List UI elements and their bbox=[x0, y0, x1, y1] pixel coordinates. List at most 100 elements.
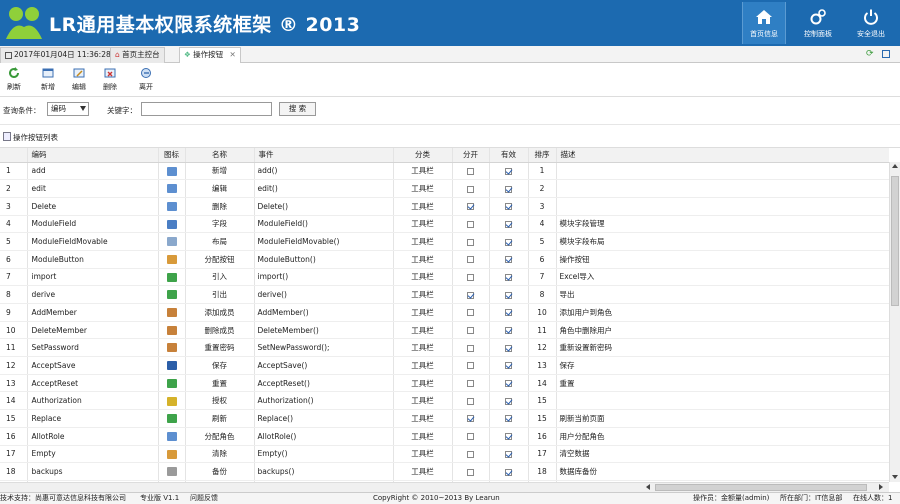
valid-checkbox[interactable] bbox=[505, 185, 512, 193]
column-header-description[interactable]: 描述 bbox=[556, 148, 889, 163]
table-row[interactable]: 8 derive 引出 derive() 工具栏 8 导出 bbox=[0, 285, 889, 304]
split-checkbox[interactable] bbox=[467, 327, 474, 335]
cell-valid bbox=[489, 215, 529, 234]
cell-icon bbox=[158, 356, 186, 375]
split-checkbox[interactable] bbox=[467, 415, 474, 423]
table-row[interactable]: 11 SetPassword 重置密码 SetNewPassword(); 工具栏 12 重… bbox=[0, 338, 889, 358]
valid-checkbox[interactable] bbox=[505, 397, 512, 405]
table-row[interactable]: 5 ModuleFieldMovable 布局 ModuleFieldMovable(… bbox=[0, 232, 889, 251]
table-row[interactable]: 2 edit 编辑 edit() 工具栏 2 bbox=[0, 179, 889, 198]
tab-operation-buttons[interactable]: ❖ 操作按钮 ✕ bbox=[179, 47, 241, 64]
table-row[interactable]: 15 Replace 刷新 Replace() 工具栏 15 刷新当前页面 bbox=[0, 409, 889, 428]
table-row[interactable]: 18 backups 备份 backups() 工具栏 18 数据库备份 bbox=[0, 462, 889, 481]
cell-name: 新增 bbox=[185, 162, 255, 181]
valid-checkbox[interactable] bbox=[505, 468, 512, 476]
split-checkbox[interactable] bbox=[467, 450, 474, 458]
split-checkbox[interactable] bbox=[467, 256, 474, 264]
keyword-input[interactable] bbox=[141, 102, 272, 116]
horizontal-scrollbar[interactable] bbox=[0, 482, 889, 492]
valid-checkbox[interactable] bbox=[505, 450, 512, 458]
table-row[interactable]: 14 Authorization 授权 Authorization() 工具栏 15 bbox=[0, 391, 889, 411]
table-row[interactable]: 1 add 新增 add() 工具栏 1 bbox=[0, 162, 889, 181]
refresh-button[interactable]: 刷新 bbox=[0, 67, 28, 92]
table-row[interactable]: 12 AcceptSave 保存 AcceptSave() 工具栏 13 保存 bbox=[0, 356, 889, 375]
valid-checkbox[interactable] bbox=[505, 291, 512, 299]
valid-checkbox[interactable] bbox=[505, 433, 512, 441]
cell-split bbox=[452, 462, 490, 481]
control-panel-button[interactable]: 控制面板 bbox=[796, 2, 840, 44]
table-row[interactable]: 6 ModuleButton 分配按钮 ModuleButton() 工具栏 6 操作按钮 bbox=[0, 250, 889, 269]
split-checkbox[interactable] bbox=[467, 167, 474, 175]
valid-checkbox[interactable] bbox=[505, 327, 512, 335]
valid-checkbox[interactable] bbox=[505, 415, 512, 423]
scroll-left-icon[interactable] bbox=[646, 484, 650, 490]
add-button[interactable]: 新增 bbox=[34, 67, 62, 92]
table-row[interactable]: 3 Delete 删除 Delete() 工具栏 3 bbox=[0, 197, 889, 216]
valid-checkbox[interactable] bbox=[505, 362, 512, 370]
column-header-split[interactable]: 分开 bbox=[452, 148, 490, 163]
column-header-event[interactable]: 事件 bbox=[254, 148, 394, 163]
column-header-valid[interactable]: 有效 bbox=[489, 148, 529, 163]
column-header-name[interactable]: 名称 bbox=[185, 148, 255, 163]
valid-checkbox[interactable] bbox=[505, 273, 512, 281]
table-row[interactable]: 10 DeleteMember 删除成员 DeleteMember() 工具栏 11 角色中… bbox=[0, 321, 889, 340]
feedback-link[interactable]: 问题反馈 bbox=[190, 493, 218, 504]
table-row[interactable]: 9 AddMember 添加成员 AddMember() 工具栏 10 添加用户到角色 bbox=[0, 303, 889, 322]
column-header-category[interactable]: 分类 bbox=[393, 148, 453, 163]
edit-button[interactable]: 编辑 bbox=[65, 67, 93, 92]
condition-select[interactable]: 编码 bbox=[47, 102, 89, 116]
valid-checkbox[interactable] bbox=[505, 238, 512, 246]
valid-checkbox[interactable] bbox=[505, 220, 512, 228]
valid-checkbox[interactable] bbox=[505, 380, 512, 388]
exit-button[interactable]: 离开 bbox=[132, 67, 160, 92]
scroll-right-icon[interactable] bbox=[879, 484, 883, 490]
valid-checkbox[interactable] bbox=[505, 344, 512, 352]
valid-checkbox[interactable] bbox=[505, 256, 512, 264]
cell-sort: 11 bbox=[528, 321, 557, 340]
vertical-scroll-thumb[interactable] bbox=[891, 176, 899, 306]
cell-event: Replace() bbox=[254, 409, 394, 428]
split-checkbox[interactable] bbox=[467, 380, 474, 388]
cell-sort: 15 bbox=[528, 391, 557, 411]
column-header-row-number[interactable] bbox=[0, 148, 28, 163]
split-checkbox[interactable] bbox=[467, 468, 474, 476]
table-row[interactable]: 13 AcceptReset 重置 AcceptReset() 工具栏 14 重置 bbox=[0, 374, 889, 393]
valid-checkbox[interactable] bbox=[505, 167, 512, 175]
company-text: 技术支持：尚惠可意达信息科技有限公司 bbox=[0, 494, 126, 502]
split-checkbox[interactable] bbox=[467, 238, 474, 246]
scroll-down-icon[interactable] bbox=[892, 475, 898, 479]
valid-checkbox[interactable] bbox=[505, 309, 512, 317]
table-row[interactable]: 16 AllotRole 分配角色 AllotRole() 工具栏 16 用户分配角色 bbox=[0, 427, 889, 446]
search-button[interactable]: 搜 索 bbox=[279, 102, 316, 116]
delete-button[interactable]: 删除 bbox=[96, 67, 124, 92]
table-row[interactable]: 17 Empty 清除 Empty() 工具栏 17 清空数据 bbox=[0, 445, 889, 464]
split-checkbox[interactable] bbox=[467, 362, 474, 370]
tab-close-icon[interactable]: ✕ bbox=[230, 50, 236, 59]
split-checkbox[interactable] bbox=[467, 433, 474, 441]
reload-icon[interactable]: ⟳ bbox=[866, 49, 874, 59]
valid-checkbox[interactable] bbox=[505, 203, 512, 211]
split-checkbox[interactable] bbox=[467, 220, 474, 228]
split-checkbox[interactable] bbox=[467, 344, 474, 352]
fullscreen-icon[interactable] bbox=[882, 50, 890, 58]
column-header-sort[interactable]: 排序 bbox=[528, 148, 557, 163]
split-checkbox[interactable] bbox=[467, 185, 474, 193]
home-button[interactable]: 首页信息 bbox=[742, 2, 786, 44]
split-checkbox[interactable] bbox=[467, 203, 474, 211]
table-row[interactable]: 7 import 引入 import() 工具栏 7 Excel导入 bbox=[0, 268, 889, 287]
split-checkbox[interactable] bbox=[467, 309, 474, 317]
cell-icon bbox=[158, 462, 186, 481]
split-checkbox[interactable] bbox=[467, 291, 474, 299]
column-header-code[interactable]: 编码 bbox=[27, 148, 159, 163]
split-checkbox[interactable] bbox=[467, 273, 474, 281]
column-header-icon[interactable]: 图标 bbox=[158, 148, 186, 163]
tab-dashboard[interactable]: ⌂ 首页主控台 bbox=[110, 47, 165, 63]
split-checkbox[interactable] bbox=[467, 397, 474, 405]
cell-description: 保存 bbox=[556, 356, 889, 375]
cell-code: add bbox=[27, 162, 159, 181]
table-row[interactable]: 4 ModuleField 字段 ModuleField() 工具栏 4 模块字段管理 bbox=[0, 215, 889, 234]
logout-button[interactable]: 安全退出 bbox=[849, 2, 893, 44]
vertical-scrollbar[interactable] bbox=[889, 162, 900, 482]
horizontal-scroll-thumb[interactable] bbox=[655, 484, 867, 491]
scroll-up-icon[interactable] bbox=[892, 164, 898, 168]
